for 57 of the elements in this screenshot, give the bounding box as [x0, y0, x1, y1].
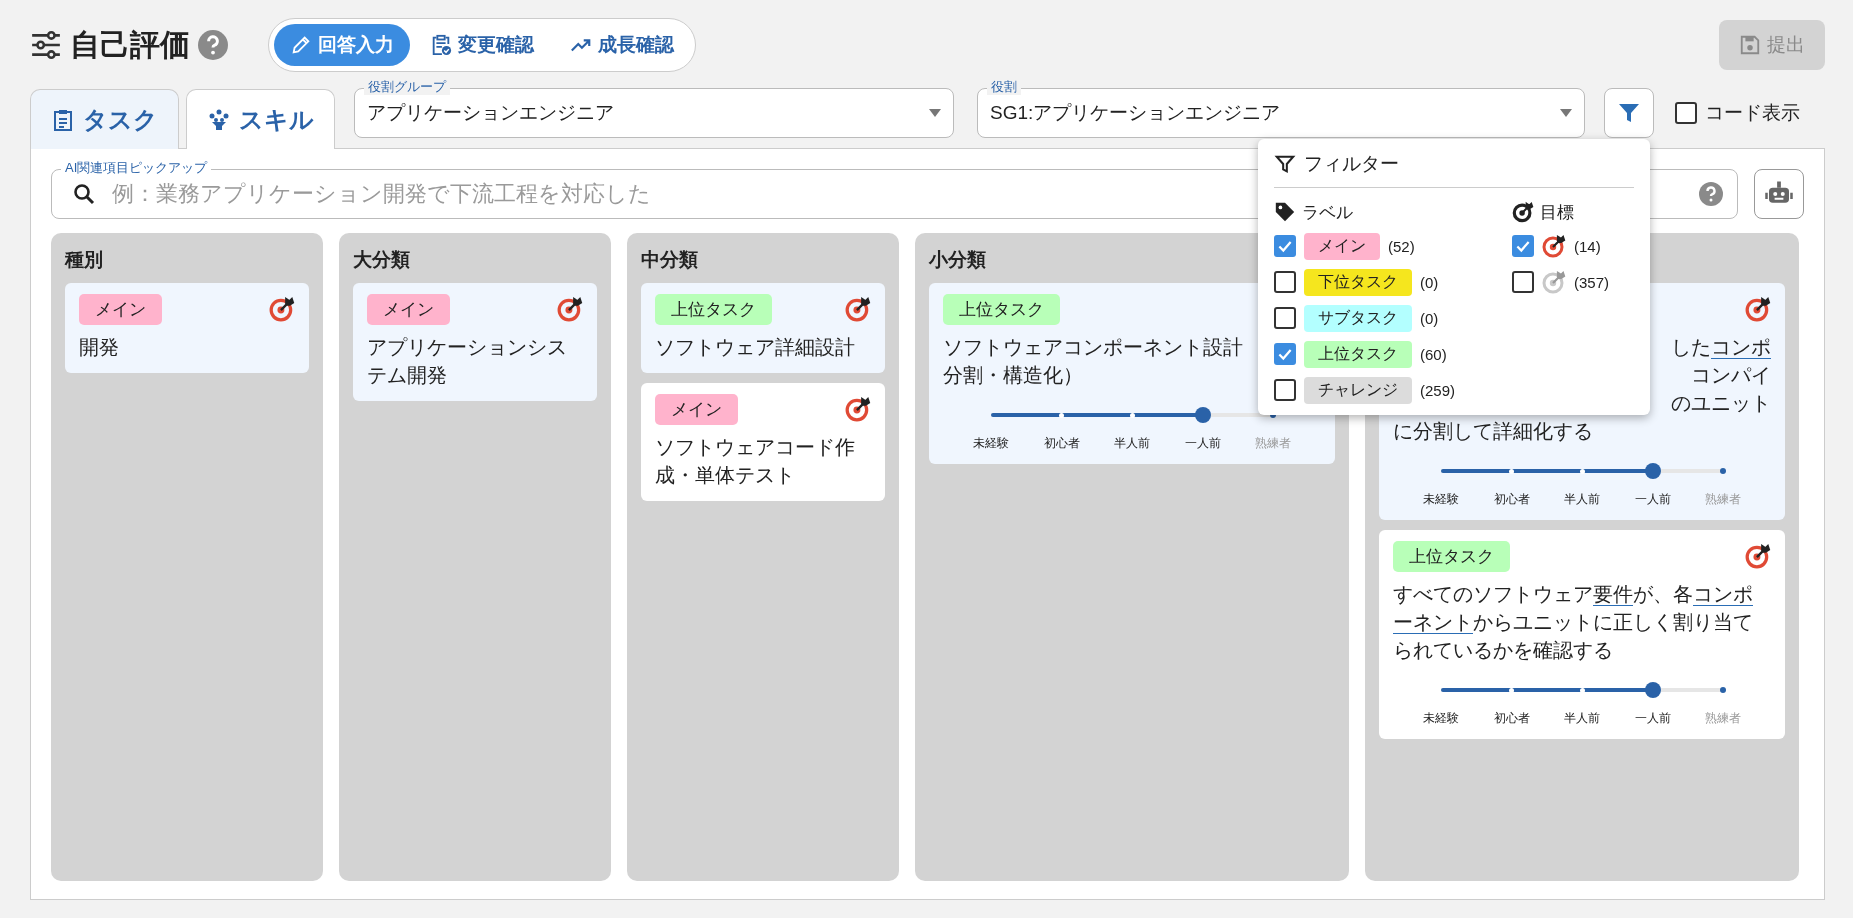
- label-tag: メイン: [1304, 232, 1380, 260]
- count: (0): [1420, 309, 1439, 327]
- column-title: 小分類: [929, 248, 986, 272]
- column-title: 中分類: [641, 248, 698, 272]
- text-part: のユニット: [1671, 392, 1771, 414]
- text-part: 成・単体テスト: [655, 464, 795, 486]
- level-label: 未経験: [972, 435, 1010, 452]
- level-label: 半人前: [1113, 435, 1151, 452]
- level-label: 未経験: [1422, 491, 1460, 508]
- level-label: 半人前: [1563, 491, 1601, 508]
- level-label: 初心者: [1492, 710, 1531, 727]
- count: (0): [1420, 273, 1439, 291]
- label-tag: 上位タスク: [1304, 340, 1412, 368]
- field-label: AI関連項目ピックアップ: [61, 160, 212, 176]
- column-title: 種別: [65, 248, 103, 272]
- page-title: 自己評価: [70, 26, 190, 63]
- text-part: に分割して詳細化する: [1393, 420, 1593, 442]
- level-label: 熟練者: [1704, 710, 1742, 727]
- label-tag: チャレンジ: [1304, 376, 1412, 404]
- text-part: からユニットに正しく割り当て: [1473, 611, 1753, 633]
- level-label: 初心者: [1492, 491, 1531, 508]
- text-part: アプリケーションシス: [367, 336, 567, 358]
- field-label: 役割: [987, 79, 1021, 95]
- count: (52): [1388, 237, 1415, 255]
- count: (357): [1574, 273, 1610, 291]
- text-part: テム開発: [367, 364, 447, 386]
- label-tag: 上位タスク: [655, 293, 772, 325]
- level-label: 一人前: [1183, 435, 1222, 452]
- column-title: 大分類: [353, 248, 410, 272]
- level-label: 半人前: [1563, 710, 1601, 727]
- count: (259): [1420, 381, 1456, 399]
- count: (60): [1420, 345, 1447, 363]
- level-label: 熟練者: [1254, 435, 1292, 452]
- label-tag: 上位タスク: [943, 293, 1060, 325]
- level-label: 未経験: [1422, 710, 1460, 727]
- label-tag: 上位タスク: [1393, 540, 1510, 572]
- count: (14): [1574, 237, 1601, 255]
- text-part: ソフトウェアコンポーネント設計: [943, 336, 1243, 358]
- text-part: 分割・構造化）: [943, 364, 1083, 386]
- label-tag: メイン: [655, 393, 738, 425]
- text-part: が、各: [1633, 583, 1693, 605]
- level-label: 初心者: [1042, 435, 1081, 452]
- level-label: 一人前: [1633, 491, 1672, 508]
- text-part: コンパイ: [1691, 364, 1771, 386]
- text-part: ソフトウェアコード作: [655, 436, 855, 458]
- level-label: 熟練者: [1704, 491, 1742, 508]
- label-tag: メイン: [79, 293, 162, 325]
- text-part: ソフトウェア詳細設計: [655, 336, 855, 358]
- text-part: すべてのソフトウェア: [1393, 583, 1593, 605]
- text-part: られているかを確認する: [1393, 639, 1613, 661]
- level-label: 一人前: [1633, 710, 1672, 727]
- field-label: 役割グループ: [364, 79, 450, 95]
- label-tag: サブタスク: [1304, 304, 1412, 332]
- text-part: 開発: [79, 336, 119, 358]
- text-part: した: [1671, 336, 1711, 358]
- label-tag: 下位タスク: [1304, 268, 1412, 296]
- label-tag: メイン: [367, 293, 450, 325]
